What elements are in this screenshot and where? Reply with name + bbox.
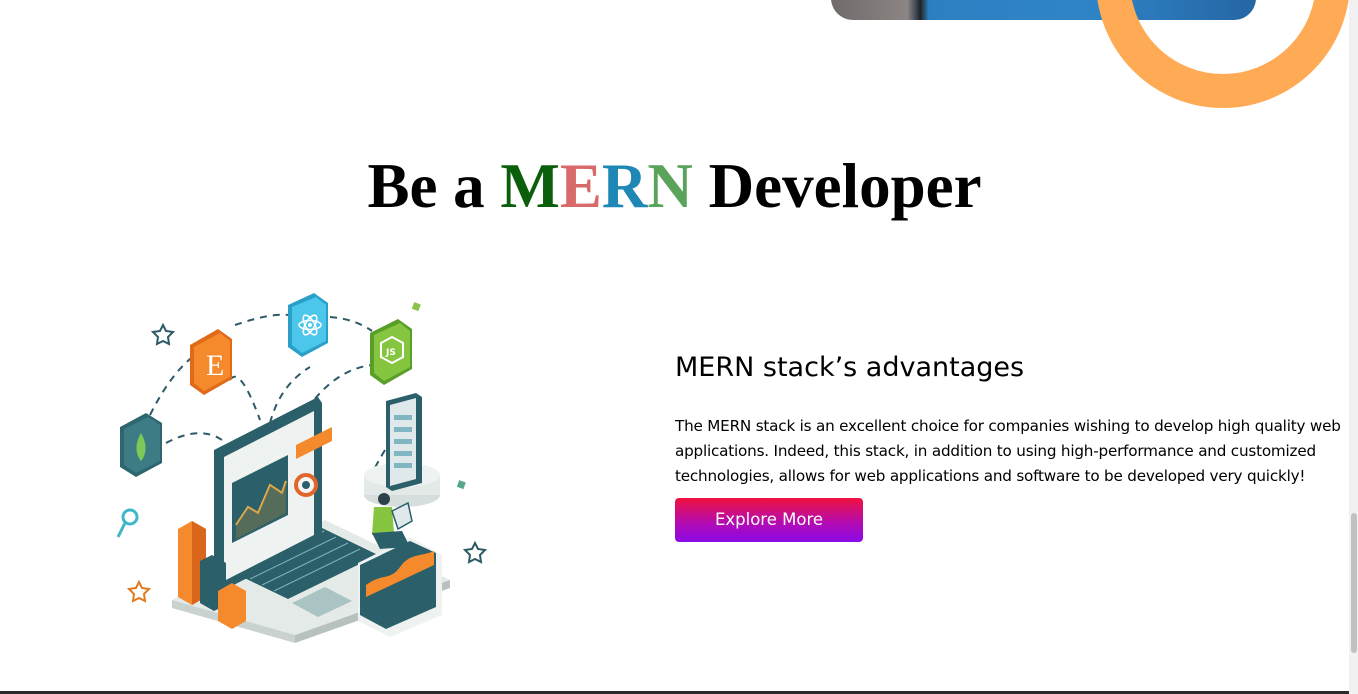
express-e-icon: E [190, 329, 232, 395]
advantages-heading: MERN stack’s advantages [675, 352, 1025, 383]
heading-text-before: Be a [367, 151, 485, 221]
scrollbar-thumb[interactable] [1351, 513, 1357, 653]
mongodb-leaf-icon [120, 413, 162, 477]
svg-text:JS: JS [385, 348, 396, 358]
heading-letter-n: N [647, 151, 693, 221]
mern-illustration: E JS [116, 293, 488, 643]
svg-text:E: E [206, 349, 224, 382]
page: Be a MERN Developer E JS MERN stack’s ad… [0, 0, 1349, 694]
advantages-description: The MERN stack is an excellent choice fo… [675, 417, 1341, 485]
react-atom-icon [288, 293, 328, 357]
advantages-content: MERN stack’s advantages The MERN stack i… [675, 348, 1347, 542]
explore-more-button[interactable]: Explore More [675, 498, 863, 542]
magnifier-icon [116, 508, 139, 538]
section-heading: Be a MERN Developer [0, 146, 1349, 226]
heading-letter-e: E [559, 151, 602, 221]
heading-letter-r: R [601, 151, 648, 221]
decorative-orange-ring [1096, 0, 1349, 108]
nodejs-icon: JS [370, 319, 412, 385]
heading-text-after: Developer [708, 151, 982, 221]
heading-letter-m: M [500, 151, 560, 221]
